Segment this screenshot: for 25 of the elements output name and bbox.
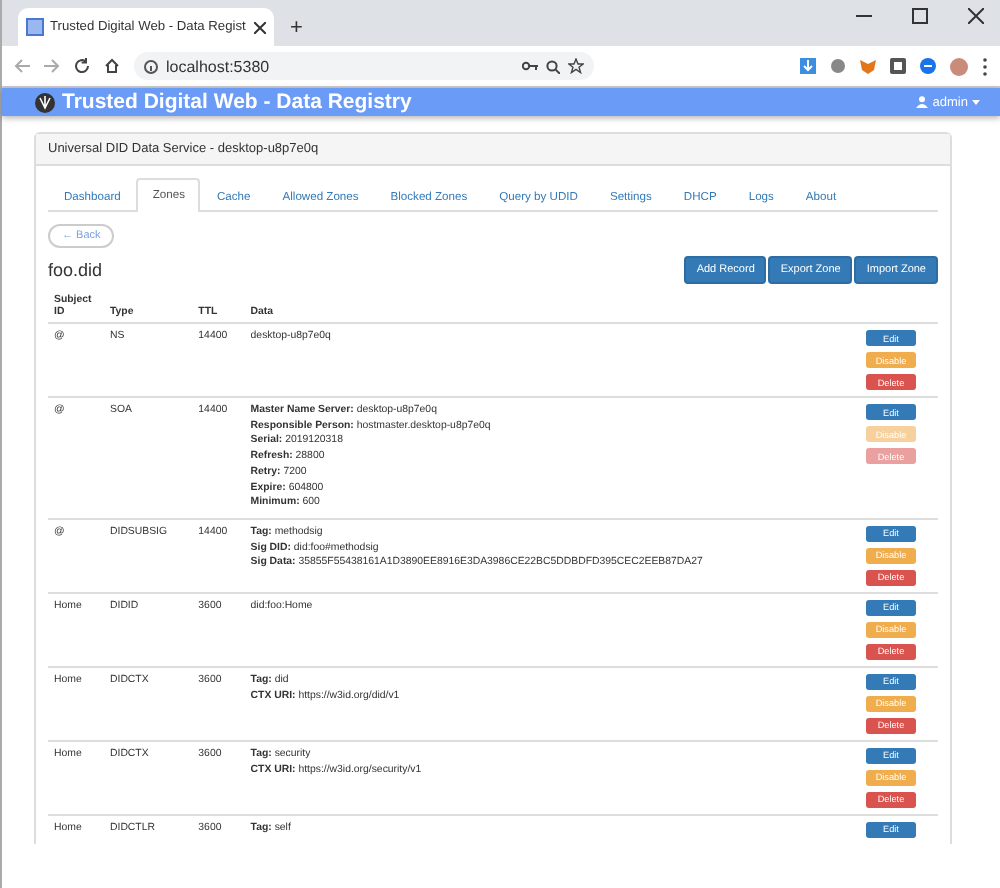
download-icon[interactable] — [800, 58, 816, 74]
key-icon[interactable] — [522, 60, 538, 72]
fox-icon[interactable] — [860, 58, 876, 74]
reload-icon[interactable] — [74, 58, 90, 74]
new-tab-button[interactable]: + — [290, 16, 303, 40]
menu-icon[interactable] — [982, 57, 988, 75]
close-icon[interactable] — [254, 21, 266, 33]
star-icon[interactable] — [568, 58, 584, 74]
maximize-icon[interactable] — [912, 8, 928, 24]
avatar-icon[interactable] — [950, 57, 968, 75]
caret-icon — [972, 99, 980, 105]
url-text[interactable]: localhost:5380 — [166, 57, 406, 75]
info-icon — [144, 59, 158, 73]
address-bar[interactable]: localhost:5380 — [134, 52, 594, 80]
page-icon — [26, 18, 44, 36]
app-title: Trusted Digital Web - Data Registry — [62, 90, 412, 114]
home-icon[interactable] — [104, 58, 120, 74]
extension-icon[interactable] — [830, 58, 846, 74]
logo-icon — [34, 91, 56, 113]
extension-icon[interactable] — [920, 58, 936, 74]
zone-title: foo.did — [48, 260, 103, 280]
extension-icon[interactable] — [890, 58, 906, 74]
close-icon[interactable] — [968, 8, 984, 24]
user-icon — [916, 96, 929, 108]
zoom-icon[interactable] — [546, 59, 560, 73]
